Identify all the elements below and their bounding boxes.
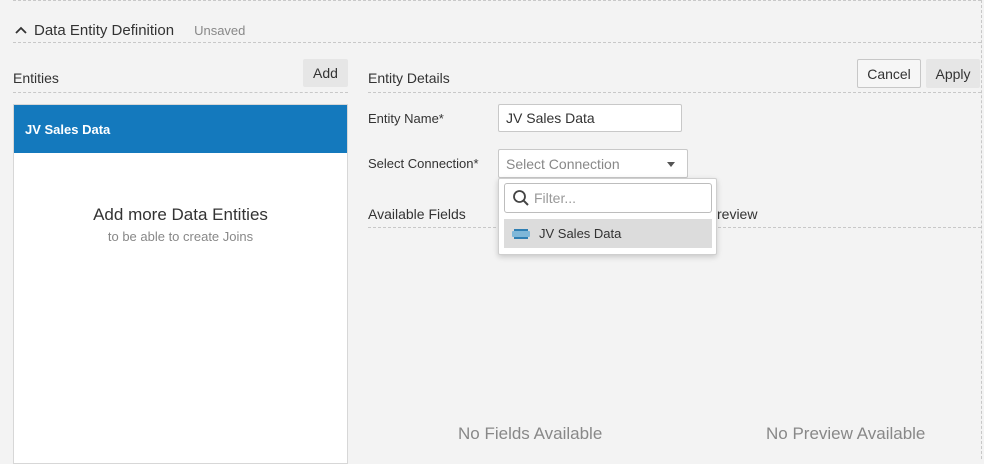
caret-down-icon	[667, 162, 675, 167]
entities-list: JV Sales Data Add more Data Entities to …	[13, 104, 348, 464]
connection-option-jv-sales-data[interactable]: JV Sales Data	[504, 219, 712, 248]
header-divider	[13, 42, 981, 43]
entities-heading-divider	[13, 92, 348, 93]
empty-state-title: Add more Data Entities	[93, 205, 268, 224]
filter-input[interactable]	[534, 190, 704, 206]
database-icon	[512, 228, 530, 239]
available-fields-heading: Available Fields	[368, 206, 466, 222]
no-fields-message: No Fields Available	[458, 424, 603, 443]
no-preview-message: No Preview Available	[766, 424, 926, 443]
section-header[interactable]: Data Entity Definition Unsaved	[14, 18, 245, 42]
empty-state-subtitle: to be able to create Joins	[107, 229, 254, 244]
top-divider	[13, 0, 981, 1]
connection-select-placeholder: Select Connection	[506, 155, 620, 172]
entity-details-heading: Entity Details	[368, 70, 450, 86]
apply-button[interactable]: Apply	[926, 59, 980, 88]
status-badge: Unsaved	[194, 22, 246, 38]
right-edge-divider	[981, 0, 982, 459]
entity-item-jv-sales-data[interactable]: JV Sales Data	[14, 105, 347, 153]
entity-name-input[interactable]: JV Sales Data	[498, 104, 682, 132]
option-label: JV Sales Data	[539, 226, 622, 241]
section-title: Data Entity Definition	[34, 21, 175, 39]
connection-select[interactable]: Select Connection	[498, 149, 688, 178]
filter-box[interactable]	[504, 183, 712, 213]
connection-label: Select Connection*	[368, 156, 479, 171]
entity-name-label: Entity Name*	[368, 111, 444, 126]
chevron-up-icon	[15, 26, 27, 34]
add-entity-button[interactable]: Add	[303, 59, 348, 87]
entities-heading: Entities	[13, 70, 59, 86]
search-icon	[513, 190, 529, 206]
preview-heading: review	[717, 206, 758, 222]
details-heading-divider	[368, 92, 981, 93]
connection-dropdown: JV Sales Data	[498, 178, 717, 255]
cancel-button[interactable]: Cancel	[857, 59, 921, 88]
